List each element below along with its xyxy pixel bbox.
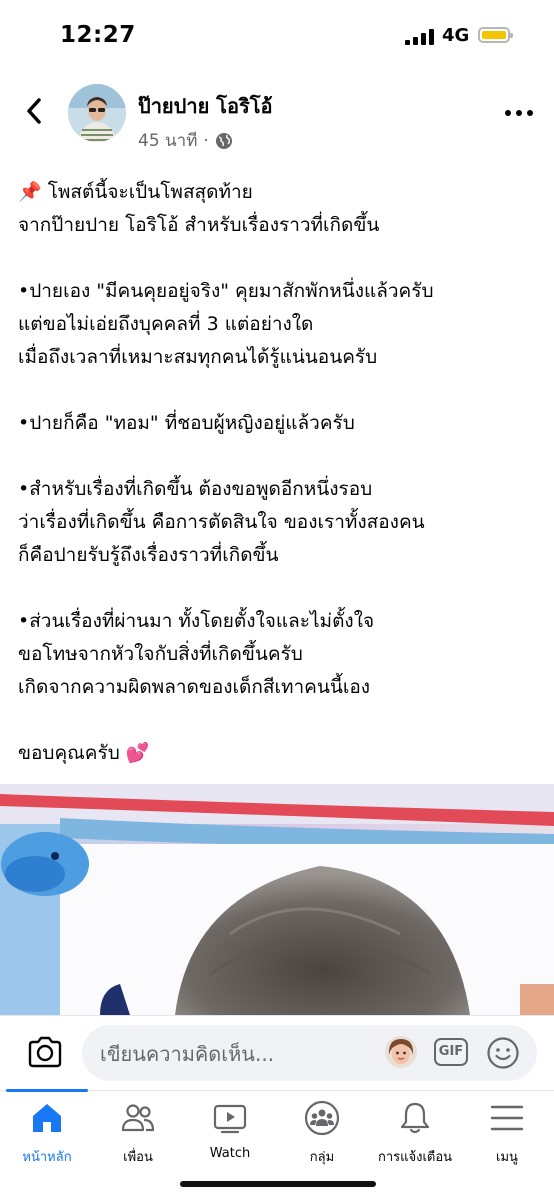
smiley-icon [487, 1037, 519, 1069]
post-time[interactable]: 45 นาที [138, 127, 197, 154]
status-time: 12:27 [60, 22, 136, 48]
post-line: •ส่วนเรื่องที่ผ่านมา ทั้งโดยตั้งใจและไม่… [18, 610, 375, 632]
post-line: 📌 โพสต์นี้จะเป็นโพสสุดท้าย [18, 181, 253, 203]
battery-icon [478, 27, 513, 43]
tab-menu[interactable]: เมนู [462, 1100, 552, 1170]
network-label: 4G [442, 25, 470, 46]
home-icon [33, 1104, 61, 1132]
tab-label: หน้าหลัก [22, 1150, 72, 1165]
friends-icon [121, 1104, 155, 1132]
post-text: 📌 โพสต์นี้จะเป็นโพสสุดท้าย จากป๊ายปาย โอ… [18, 176, 538, 770]
tab-label: กลุ่ม [309, 1150, 335, 1165]
post-line: ขอบคุณครับ 💕 [18, 742, 150, 764]
post-line: แต่ขอไม่เอ่ยถึงบุคคลที่ 3 แต่อย่างใด [18, 313, 314, 335]
gif-button[interactable]: GIF [434, 1038, 468, 1066]
post-meta: 45 นาที · [138, 127, 233, 154]
signal-icon [405, 29, 435, 45]
chevron-left-icon [27, 98, 41, 124]
post-paragraph: •ปายก็คือ "ทอม" ที่ชอบผู้หญิงอยู่แล้วครั… [18, 407, 538, 440]
camera-button[interactable] [26, 1033, 64, 1071]
post-line: เกิดจากความผิดพลาดของเด็กสีเทาคนนี้เอง [18, 676, 371, 698]
tab-watch[interactable]: Watch [185, 1100, 275, 1170]
post-paragraph: ขอบคุณครับ 💕 [18, 737, 538, 770]
globe-icon [215, 132, 232, 149]
post-line: ขอโทษจากหัวใจกับสิ่งที่เกิดขึ้นครับ [18, 643, 303, 665]
post-line: ว่าเรื่องที่เกิดขึ้น คือการตัดสินใจ ของเ… [18, 511, 425, 533]
tab-friends[interactable]: เพื่อน [93, 1100, 183, 1170]
post-line: เมื่อถึงเวลาที่เหมาะสมทุกคนได้รู้แน่นอนค… [18, 346, 378, 368]
home-indicator [180, 1181, 376, 1187]
avatar-sticker-button[interactable] [384, 1035, 418, 1069]
tab-label: เพื่อน [123, 1150, 153, 1165]
post-line: •ปายก็คือ "ทอม" ที่ชอบผู้หญิงอยู่แล้วครั… [18, 412, 355, 434]
post-line: •สำหรับเรื่องที่เกิดขึ้น ต้องขอพูดอีกหนึ… [18, 478, 373, 500]
menu-icon [490, 1105, 524, 1131]
post-paragraph: •ส่วนเรื่องที่ผ่านมา ทั้งโดยตั้งใจและไม่… [18, 605, 538, 704]
post-paragraph: •สำหรับเรื่องที่เกิดขึ้น ต้องขอพูดอีกหนึ… [18, 473, 538, 572]
comment-placeholder[interactable]: เขียนความคิดเห็น... [100, 1038, 274, 1070]
status-bar: 12:27 4G [0, 0, 554, 76]
post-paragraph: •ปายเอง "มีคนคุยอยู่จริง" คุยมาสักพักหนึ… [18, 275, 538, 374]
post-paragraph: 📌 โพสต์นี้จะเป็นโพสสุดท้าย จากป๊ายปาย โอ… [18, 176, 538, 242]
tab-notifications[interactable]: การแจ้งเตือน [370, 1100, 460, 1170]
avatar-sticker-icon [385, 1036, 417, 1068]
camera-icon [28, 1036, 62, 1068]
author-name[interactable]: ป๊ายปาย โอริโอ้ [138, 90, 273, 122]
watch-icon [213, 1104, 247, 1134]
post-photo[interactable] [0, 784, 554, 1015]
bell-icon [400, 1102, 430, 1134]
post-line: •ปายเอง "มีคนคุยอยู่จริง" คุยมาสักพักหนึ… [18, 280, 434, 302]
meta-separator: · [203, 130, 209, 151]
post-line: ก็คือปายรับรู้ถึงเรื่องราวที่เกิดขึ้น [18, 544, 279, 566]
groups-icon [304, 1100, 340, 1136]
post-image [0, 784, 554, 1015]
post-line: จากป๊ายปาย โอริโอ้ สำหรับเรื่องราวที่เกิ… [18, 214, 380, 236]
tab-groups[interactable]: กลุ่ม [277, 1100, 367, 1170]
back-button[interactable] [20, 96, 50, 126]
tab-label: การแจ้งเตือน [377, 1150, 453, 1165]
emoji-button[interactable] [486, 1036, 520, 1070]
tab-home[interactable]: หน้าหลัก [2, 1100, 92, 1170]
more-options-button[interactable] [505, 108, 535, 118]
active-tab-indicator [6, 1089, 88, 1092]
tab-label: Watch [209, 1146, 251, 1161]
author-avatar[interactable] [68, 84, 126, 142]
tab-label: เมนู [496, 1150, 518, 1165]
